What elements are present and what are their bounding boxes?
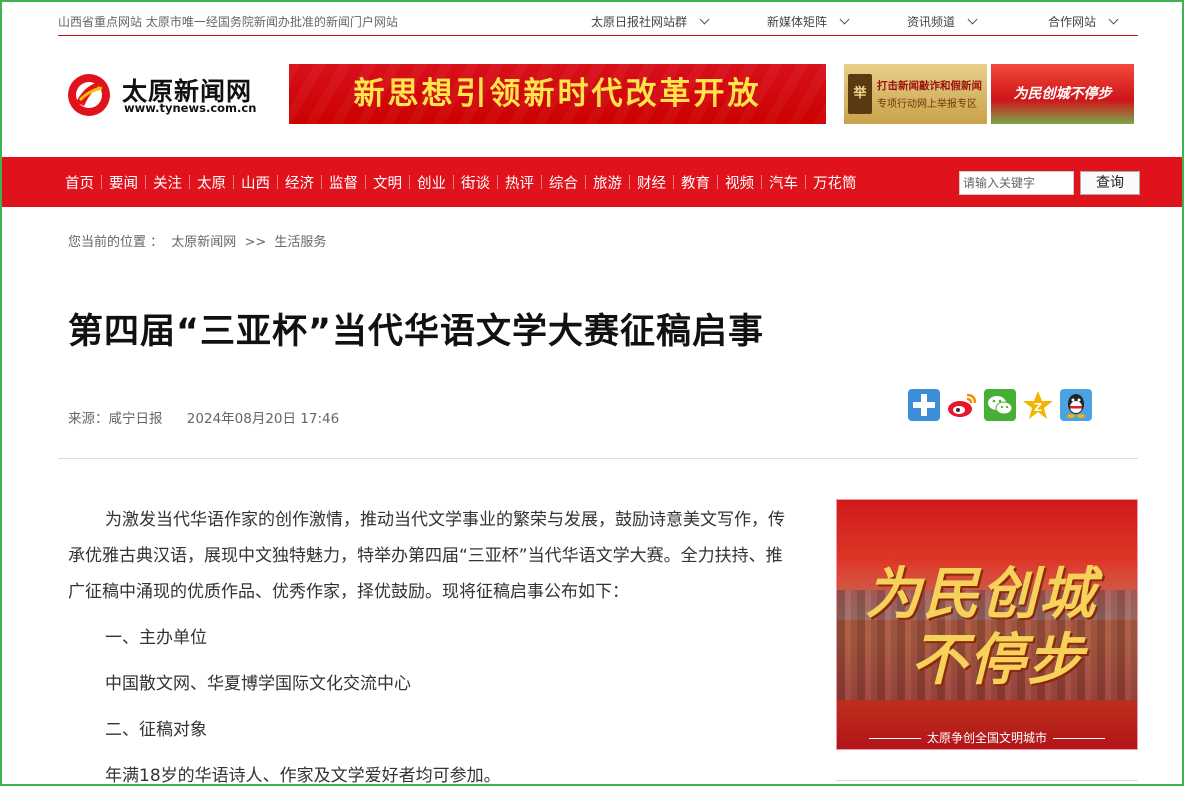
article-paragraph: 为激发当代华语作家的创作激情，推动当代文学事业的繁荣与发展，鼓励诗意美文写作，传…	[68, 510, 785, 602]
banner-reform-text: 新思想引领新时代改革开放	[353, 76, 762, 112]
article-date: 2024年08月20日 17:46	[186, 411, 340, 427]
nav-item[interactable]: 万花筒	[806, 172, 864, 193]
seal-icon: 举	[848, 74, 872, 114]
nav-item[interactable]: 太原	[190, 172, 233, 193]
nav-item[interactable]: 创业	[410, 172, 453, 193]
article-source: 来源：咸宁日报	[68, 411, 163, 427]
nav-item[interactable]: 要闻	[102, 172, 145, 193]
nav-item[interactable]: 关注	[146, 172, 189, 193]
breadcrumb-prefix: 您当前的位置 ：	[68, 235, 164, 250]
side-ad-line2: 不停步	[911, 628, 1085, 693]
search-button[interactable]: 查询	[1080, 171, 1140, 195]
site-logo[interactable]: 太原新闻网 www.tynews.com.cn	[66, 70, 266, 120]
side-panel-next	[836, 780, 1138, 786]
banner-report-zone[interactable]: 举 打击新闻敲诈和假新闻 专项行动网上举报专区	[844, 64, 987, 124]
breadcrumb: 您当前的位置 ： 太原新闻网 >> 生活服务	[68, 231, 330, 250]
nav-item[interactable]: 财经	[630, 172, 673, 193]
plus-share-icon[interactable]	[908, 389, 940, 421]
wechat-icon[interactable]	[984, 389, 1016, 421]
nav-item[interactable]: 汽车	[762, 172, 805, 193]
breadcrumb-separator: >>	[244, 235, 267, 250]
nav-item[interactable]: 文明	[366, 172, 409, 193]
nav-item[interactable]: 综合	[542, 172, 585, 193]
nav-item[interactable]: 经济	[278, 172, 321, 193]
top-bar: 山西省重点网站 太原市唯一经国务院新闻办批准的新闻门户网站 太原日报社网站群 新…	[58, 10, 1138, 36]
header-divider	[58, 458, 1138, 459]
chevron-down-icon	[967, 14, 978, 25]
banner-civilized-city[interactable]: 为民创城不停步	[991, 64, 1134, 124]
nav-item[interactable]: 首页	[58, 172, 101, 193]
article-paragraph: 年满18岁的华语诗人、作家及文学爱好者均可参加。	[105, 766, 501, 786]
nav-item[interactable]: 街谈	[454, 172, 497, 193]
nav-item[interactable]: 山西	[234, 172, 277, 193]
banner-reform[interactable]: 新思想引领新时代改革开放	[289, 64, 826, 124]
topbar-link-newspaper-sites[interactable]: 太原日报社网站群	[591, 13, 710, 30]
svg-text:Z: Z	[1034, 401, 1042, 414]
site-tagline: 山西省重点网站 太原市唯一经国务院新闻办批准的新闻门户网站	[58, 15, 398, 29]
breadcrumb-home[interactable]: 太原新闻网	[171, 235, 236, 250]
search-input[interactable]	[959, 171, 1074, 195]
topbar-link-partners[interactable]: 合作网站	[1048, 13, 1119, 30]
chevron-down-icon	[1108, 14, 1119, 25]
topbar-link-channels[interactable]: 资讯频道	[907, 13, 978, 30]
article-title: 第四届“三亚杯”当代华语文学大赛征稿启事	[68, 312, 765, 352]
nav-item[interactable]: 教育	[674, 172, 717, 193]
article-body: 为激发当代华语作家的创作激情，推动当代文学事业的繁荣与发展，鼓励诗意美文写作，传…	[68, 502, 788, 786]
nav-item[interactable]: 视频	[718, 172, 761, 193]
weibo-icon[interactable]	[946, 389, 978, 421]
logo-icon	[68, 74, 110, 116]
breadcrumb-section[interactable]: 生活服务	[274, 235, 326, 250]
article-paragraph: 一、主办单位	[105, 628, 207, 648]
side-ad-civilized-city[interactable]: 为民创城 不停步 太原争创全国文明城市	[836, 499, 1138, 750]
article-paragraph: 中国散文网、华夏博学国际文化交流中心	[105, 674, 411, 694]
topbar-link-new-media[interactable]: 新媒体矩阵	[767, 13, 850, 30]
banner-report-line2: 专项行动网上举报专区	[877, 99, 977, 110]
article-paragraph: 二、征稿对象	[105, 720, 207, 740]
share-bar: Z	[908, 389, 1098, 421]
chevron-down-icon	[839, 14, 850, 25]
nav-items: 首页 要闻 关注 太原 山西 经济 监督 文明 创业 街谈 热评 综合 旅游 财经 教育 视频 汽车 万花筒	[58, 157, 864, 207]
nav-item[interactable]: 监督	[322, 172, 365, 193]
banner-report-line1: 打击新闻敲诈和假新闻	[877, 80, 982, 92]
nav-item[interactable]: 热评	[498, 172, 541, 193]
article-meta: 来源：咸宁日报 2024年08月20日 17:46	[68, 407, 339, 427]
banner-civilized-city-text: 为民创城不停步	[1013, 86, 1112, 102]
site-url: www.tynews.com.cn	[124, 101, 257, 115]
side-ad-line1: 为民创城	[865, 562, 1097, 627]
main-nav: 首页要闻关注太原山西经济监督文明创业街谈热评综合旅游财经教育视频汽车万花筒 查询	[2, 157, 1182, 207]
qq-icon[interactable]	[1060, 389, 1092, 421]
favorite-icon[interactable]: Z	[1022, 389, 1054, 421]
chevron-down-icon	[699, 14, 710, 25]
nav-item[interactable]: 旅游	[586, 172, 629, 193]
side-ad-caption: 太原争创全国文明城市	[837, 729, 1137, 746]
